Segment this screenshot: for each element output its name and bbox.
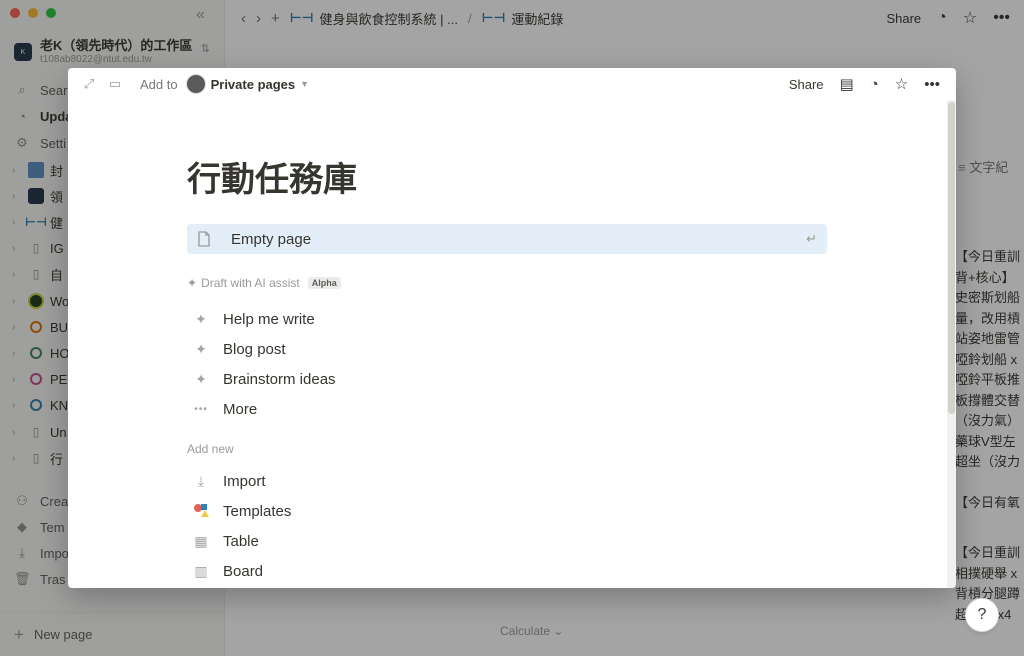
- add-to-label: Add to: [140, 76, 178, 92]
- draft-label: Draft with AI assist: [201, 276, 300, 290]
- new-page-modal: ⤢ ▭ Add to Private pages ▼ Share ▤ ◔ ☆ •…: [68, 68, 956, 588]
- comment-icon[interactable]: ▤: [840, 75, 854, 93]
- location-selector[interactable]: Private pages: [211, 77, 296, 92]
- option-label: Blog post: [223, 340, 286, 358]
- modal-actions: Share ▤ ◔ ☆ •••: [789, 68, 940, 100]
- sparkle-icon: ✦: [195, 340, 207, 357]
- help-button[interactable]: ?: [965, 598, 999, 632]
- table-icon: ▦: [194, 532, 208, 549]
- more-icon[interactable]: •••: [924, 76, 940, 93]
- add-new-table[interactable]: ▦ Table: [191, 526, 259, 556]
- add-new-header: Add new: [187, 442, 234, 456]
- modal-content: 行動任務庫 Empty page ↵ ✦ Draft with AI assis…: [187, 158, 827, 580]
- option-label: Table: [223, 532, 259, 550]
- avatar: [185, 74, 206, 94]
- add-new-board[interactable]: ▥ Board: [191, 556, 263, 586]
- option-label: Import: [223, 472, 266, 490]
- page-title[interactable]: 行動任務庫: [187, 158, 827, 202]
- add-new-templates[interactable]: Templates: [191, 496, 291, 526]
- enter-key-icon: ↵: [806, 231, 817, 246]
- empty-page-label: Empty page: [231, 230, 312, 248]
- option-label: Help me write: [223, 310, 315, 328]
- ai-option-blog-post[interactable]: ✦ Blog post: [191, 334, 286, 364]
- share-button[interactable]: Share: [789, 77, 824, 92]
- option-label: More: [223, 400, 258, 418]
- add-new-import[interactable]: ⤓ Import: [191, 466, 266, 496]
- peek-mode-icon[interactable]: ▭: [108, 76, 122, 92]
- sparkle-icon: ✦: [187, 276, 198, 290]
- sparkle-icon: ✦: [195, 310, 207, 327]
- ai-option-brainstorm[interactable]: ✦ Brainstorm ideas: [191, 364, 336, 394]
- import-icon: ⤓: [197, 472, 205, 489]
- option-label: Templates: [223, 502, 292, 520]
- empty-page-option[interactable]: Empty page ↵: [187, 224, 827, 254]
- clock-icon[interactable]: ◔: [870, 76, 879, 93]
- document-icon: [198, 231, 210, 247]
- board-icon: ▥: [194, 562, 208, 579]
- star-icon[interactable]: ☆: [895, 75, 908, 93]
- alpha-badge: Alpha: [307, 277, 341, 289]
- expand-icon[interactable]: ⤢: [82, 76, 96, 92]
- modal-toolbar: ⤢ ▭ Add to Private pages ▼ Share ▤ ◔ ☆ •…: [68, 68, 956, 100]
- chevron-down-icon[interactable]: ▼: [300, 79, 309, 89]
- ai-option-help-me-write[interactable]: ✦ Help me write: [191, 304, 315, 334]
- scrollbar[interactable]: [947, 100, 956, 588]
- option-label: Brainstorm ideas: [223, 370, 336, 388]
- scrollbar-thumb[interactable]: [948, 102, 955, 414]
- more-option[interactable]: ••• More: [191, 394, 257, 424]
- more-icon: •••: [194, 403, 208, 415]
- ai-draft-header: ✦ Draft with AI assist Alpha: [187, 276, 341, 290]
- option-label: Board: [223, 562, 264, 580]
- templates-icon: [191, 502, 211, 521]
- sparkle-icon: ✦: [195, 370, 207, 387]
